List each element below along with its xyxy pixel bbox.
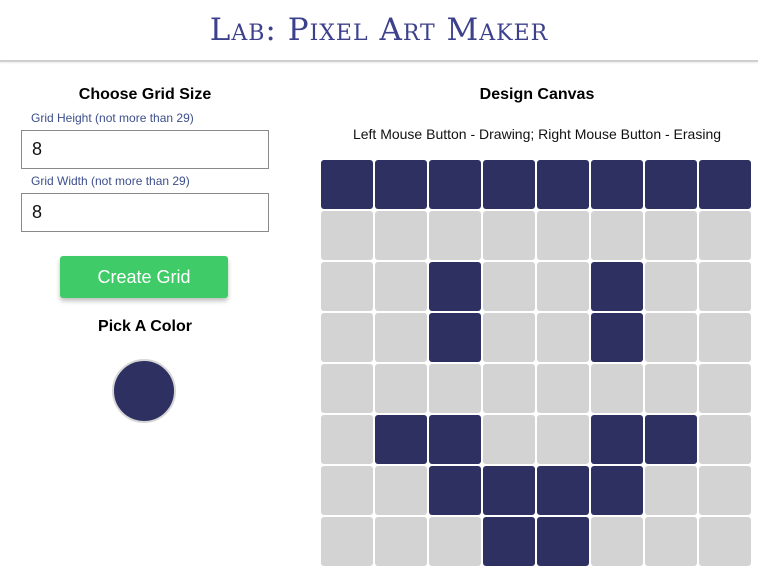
- pixel-cell[interactable]: [321, 415, 373, 464]
- pixel-cell[interactable]: [537, 517, 589, 566]
- grid-height-input[interactable]: [21, 130, 269, 169]
- canvas-panel: Design Canvas Left Mouse Button - Drawin…: [300, 62, 758, 587]
- pixel-cell[interactable]: [429, 262, 481, 311]
- pixel-cell[interactable]: [375, 415, 427, 464]
- pixel-cell[interactable]: [321, 466, 373, 515]
- design-canvas-title: Design Canvas: [479, 86, 595, 103]
- grid-height-label: Grid Height (not more than 29): [31, 111, 194, 125]
- pixel-cell[interactable]: [321, 364, 373, 413]
- pixel-cell[interactable]: [321, 313, 373, 362]
- pixel-cell[interactable]: [645, 517, 697, 566]
- pick-color-title: Pick A Color: [98, 318, 192, 335]
- pixel-cell[interactable]: [699, 364, 751, 413]
- pixel-cell[interactable]: [429, 415, 481, 464]
- pixel-cell[interactable]: [645, 466, 697, 515]
- pixel-cell[interactable]: [429, 466, 481, 515]
- controls-panel: Choose Grid Size Grid Height (not more t…: [0, 62, 290, 587]
- pixel-cell[interactable]: [591, 262, 643, 311]
- create-grid-button[interactable]: Create Grid: [60, 256, 228, 298]
- pixel-cell[interactable]: [537, 160, 589, 209]
- pixel-cell[interactable]: [591, 517, 643, 566]
- pixel-cell[interactable]: [483, 313, 535, 362]
- pixel-cell[interactable]: [537, 262, 589, 311]
- pixel-cell[interactable]: [483, 364, 535, 413]
- pixel-cell[interactable]: [375, 160, 427, 209]
- pixel-cell[interactable]: [645, 211, 697, 260]
- pixel-cell[interactable]: [645, 160, 697, 209]
- canvas-instructions: Left Mouse Button - Drawing; Right Mouse…: [352, 126, 722, 142]
- pixel-cell[interactable]: [537, 211, 589, 260]
- pixel-cell[interactable]: [537, 466, 589, 515]
- pixel-cell[interactable]: [375, 466, 427, 515]
- pixel-cell[interactable]: [537, 364, 589, 413]
- pixel-cell[interactable]: [699, 160, 751, 209]
- pixel-cell[interactable]: [483, 466, 535, 515]
- pixel-cell[interactable]: [591, 364, 643, 413]
- pixel-cell[interactable]: [375, 364, 427, 413]
- pixel-canvas[interactable]: [321, 160, 753, 570]
- pixel-cell[interactable]: [537, 415, 589, 464]
- pixel-cell[interactable]: [483, 415, 535, 464]
- pixel-cell[interactable]: [537, 313, 589, 362]
- pixel-cell[interactable]: [483, 211, 535, 260]
- pixel-cell[interactable]: [591, 313, 643, 362]
- pixel-cell[interactable]: [699, 313, 751, 362]
- page-title: Lab: Pixel Art Maker: [209, 12, 549, 48]
- pixel-cell[interactable]: [483, 262, 535, 311]
- pixel-cell[interactable]: [699, 466, 751, 515]
- pixel-cell[interactable]: [321, 211, 373, 260]
- pixel-cell[interactable]: [429, 313, 481, 362]
- grid-width-input[interactable]: [21, 193, 269, 232]
- pixel-cell[interactable]: [375, 517, 427, 566]
- pixel-cell[interactable]: [429, 517, 481, 566]
- grid-width-label: Grid Width (not more than 29): [31, 174, 190, 188]
- pixel-cell[interactable]: [645, 415, 697, 464]
- pixel-cell[interactable]: [699, 517, 751, 566]
- pixel-cell[interactable]: [645, 262, 697, 311]
- pixel-cell[interactable]: [429, 160, 481, 209]
- pixel-cell[interactable]: [321, 262, 373, 311]
- pixel-cell[interactable]: [429, 211, 481, 260]
- pixel-cell[interactable]: [699, 415, 751, 464]
- pixel-cell[interactable]: [699, 262, 751, 311]
- pixel-cell[interactable]: [429, 364, 481, 413]
- pixel-cell[interactable]: [375, 211, 427, 260]
- pixel-cell[interactable]: [483, 517, 535, 566]
- pixel-cell[interactable]: [321, 517, 373, 566]
- pixel-cell[interactable]: [321, 160, 373, 209]
- pixel-cell[interactable]: [699, 211, 751, 260]
- pixel-cell[interactable]: [591, 466, 643, 515]
- pixel-cell[interactable]: [375, 262, 427, 311]
- pixel-cell[interactable]: [591, 211, 643, 260]
- grid-size-title: Choose Grid Size: [78, 86, 212, 103]
- pixel-cell[interactable]: [591, 415, 643, 464]
- pixel-cell[interactable]: [591, 160, 643, 209]
- page-header: Lab: Pixel Art Maker: [0, 0, 758, 62]
- color-picker[interactable]: [112, 359, 176, 423]
- pixel-cell[interactable]: [645, 313, 697, 362]
- pixel-cell[interactable]: [483, 160, 535, 209]
- pixel-cell[interactable]: [645, 364, 697, 413]
- pixel-cell[interactable]: [375, 313, 427, 362]
